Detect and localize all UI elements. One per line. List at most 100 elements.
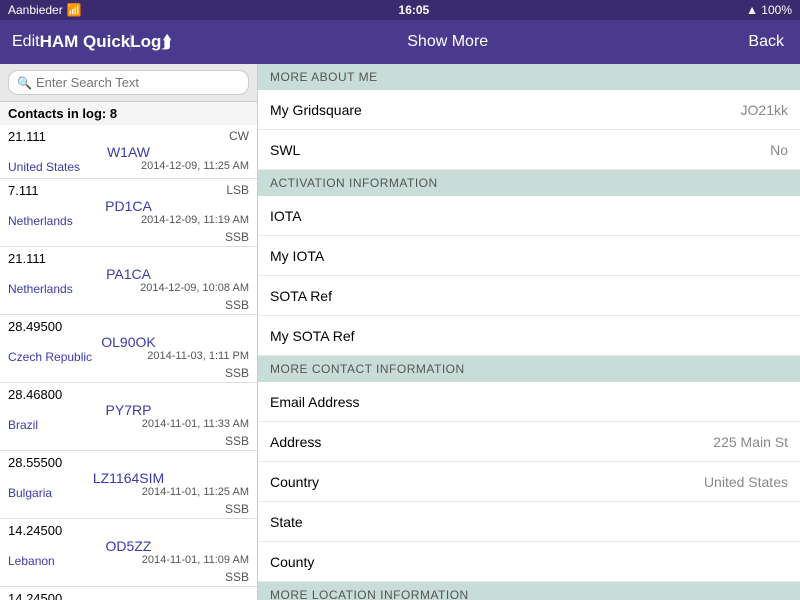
contact-callsign: OL90OK (0, 334, 257, 350)
contact-row1: 28.46800 (0, 385, 257, 402)
contact-callsign: W1AW (0, 144, 257, 160)
contact-submode: SSB (225, 230, 249, 244)
search-bar: 🔍 (0, 64, 257, 102)
search-input-wrap: 🔍 (8, 70, 249, 95)
detail-row: SOTA Ref (258, 276, 800, 316)
detail-label: SWL (270, 142, 300, 158)
contact-datetime: 2014-12-09, 11:19 AM (141, 214, 249, 228)
contact-datetime: 2014-11-01, 11:25 AM (142, 486, 249, 500)
detail-label: Address (270, 434, 321, 450)
contact-item[interactable]: 28.49500 OL90OK Czech Republic 2014-11-0… (0, 315, 257, 383)
detail-label: My SOTA Ref (270, 328, 355, 344)
contact-item[interactable]: 28.46800 PY7RP Brazil 2014-11-01, 11:33 … (0, 383, 257, 451)
detail-label: Email Address (270, 394, 359, 410)
contact-row2: Netherlands 2014-12-09, 10:08 AM (0, 282, 257, 298)
wifi-icon: 📶 (67, 3, 82, 17)
detail-row: My IOTA (258, 236, 800, 276)
contact-subrow: SSB (0, 366, 257, 380)
contact-submode: SSB (225, 434, 249, 448)
section-header: ACTIVATION INFORMATION (258, 170, 800, 196)
contact-datetime: 2014-12-09, 10:08 AM (140, 282, 249, 296)
detail-label: Country (270, 474, 319, 490)
detail-label: County (270, 554, 314, 570)
contact-country: Bulgaria (8, 486, 52, 500)
contact-freq: 28.46800 (8, 387, 62, 402)
contact-submode: SSB (225, 502, 249, 516)
detail-value: No (770, 142, 788, 158)
contact-row1: 14.24500 (0, 521, 257, 538)
left-panel: 🔍 Contacts in log: 8 21.111 CW W1AW Unit… (0, 64, 258, 600)
contact-row1: 21.111 CW (0, 127, 257, 144)
edit-button[interactable]: Edit (12, 33, 40, 51)
contact-row2: Netherlands 2014-12-09, 11:19 AM (0, 214, 257, 230)
carrier-label: Aanbieder (8, 3, 63, 17)
detail-row: SWL No (258, 130, 800, 170)
contact-freq: 7.111 (8, 183, 39, 198)
contact-item[interactable]: 7.111 LSB PD1CA Netherlands 2014-12-09, … (0, 179, 257, 247)
contact-submode: SSB (225, 298, 249, 312)
contact-freq: 28.49500 (8, 319, 62, 334)
back-button[interactable]: Back (748, 33, 784, 51)
contact-freq: 21.111 (8, 129, 46, 144)
contact-freq: 14.24500 (8, 591, 62, 600)
contact-item[interactable]: 28.55500 LZ1164SIM Bulgaria 2014-11-01, … (0, 451, 257, 519)
contact-row1: 28.55500 (0, 453, 257, 470)
contact-row2: Lebanon 2014-11-01, 11:09 AM (0, 554, 257, 570)
section-header: MORE LOCATION INFORMATION (258, 582, 800, 600)
status-right: ▲ 100% (746, 3, 792, 17)
nav-right-section: Show More Back (130, 33, 800, 51)
contact-country: Brazil (8, 418, 38, 432)
main-layout: 🔍 Contacts in log: 8 21.111 CW W1AW Unit… (0, 64, 800, 600)
contact-row1: 28.49500 (0, 317, 257, 334)
detail-row: Address 225 Main St (258, 422, 800, 462)
contact-list: 21.111 CW W1AW United States 2014-12-09,… (0, 125, 257, 600)
contact-subrow: SSB (0, 298, 257, 312)
contact-subrow: SSB (0, 502, 257, 516)
contact-country: Czech Republic (8, 350, 92, 364)
contact-item[interactable]: 14.24500 OD5ZZ Lebanon 2014-11-01, 11:09… (0, 519, 257, 587)
section-header: MORE CONTACT INFORMATION (258, 356, 800, 382)
contacts-header: Contacts in log: 8 (0, 102, 257, 125)
section-header: MORE ABOUT ME (258, 64, 800, 90)
contact-country: Netherlands (8, 282, 73, 296)
contact-mode: CW (229, 129, 249, 144)
search-input[interactable] (36, 75, 240, 90)
contact-row2: Bulgaria 2014-11-01, 11:25 AM (0, 486, 257, 502)
nav-bar: Edit HAM QuickLog ⮭ Show More Back (0, 20, 800, 64)
detail-row: My Gridsquare JO21kk (258, 90, 800, 130)
detail-row: Email Address (258, 382, 800, 422)
contact-country: United States (8, 160, 80, 174)
detail-label: My IOTA (270, 248, 324, 264)
contact-callsign: OD5ZZ (0, 538, 257, 554)
signal-label: ▲ 100% (746, 3, 792, 17)
right-panel: MORE ABOUT ME My Gridsquare JO21kk SWL N… (258, 64, 800, 600)
contact-callsign: PY7RP (0, 402, 257, 418)
contact-item[interactable]: 21.111 CW W1AW United States 2014-12-09,… (0, 125, 257, 179)
contact-mode: LSB (226, 183, 249, 198)
contact-row2: United States 2014-12-09, 11:25 AM (0, 160, 257, 176)
detail-row: County (258, 542, 800, 582)
detail-label: State (270, 514, 303, 530)
contact-subrow: SSB (0, 434, 257, 448)
contact-row2: Brazil 2014-11-01, 11:33 AM (0, 418, 257, 434)
contact-item[interactable]: 14.24500 OL90OK Czech Republic 2014-11-0… (0, 587, 257, 600)
contact-callsign: LZ1164SIM (0, 470, 257, 486)
contact-subrow: SSB (0, 230, 257, 244)
contact-item[interactable]: 21.111 PA1CA Netherlands 2014-12-09, 10:… (0, 247, 257, 315)
contact-row1: 14.24500 (0, 589, 257, 600)
contact-subrow: SSB (0, 570, 257, 584)
contact-freq: 14.24500 (8, 523, 62, 538)
status-time: 16:05 (399, 3, 430, 17)
contact-freq: 21.111 (8, 251, 46, 266)
contact-datetime: 2014-11-01, 11:33 AM (142, 418, 249, 432)
detail-row: My SOTA Ref (258, 316, 800, 356)
detail-row: Country United States (258, 462, 800, 502)
contact-freq: 28.55500 (8, 455, 62, 470)
detail-value: United States (704, 474, 788, 490)
detail-label: SOTA Ref (270, 288, 332, 304)
contact-row2: Czech Republic 2014-11-03, 1:11 PM (0, 350, 257, 366)
contact-submode: SSB (225, 366, 249, 380)
status-bar: Aanbieder 📶 16:05 ▲ 100% (0, 0, 800, 20)
contact-callsign: PA1CA (0, 266, 257, 282)
show-more-button[interactable]: Show More (147, 33, 748, 51)
